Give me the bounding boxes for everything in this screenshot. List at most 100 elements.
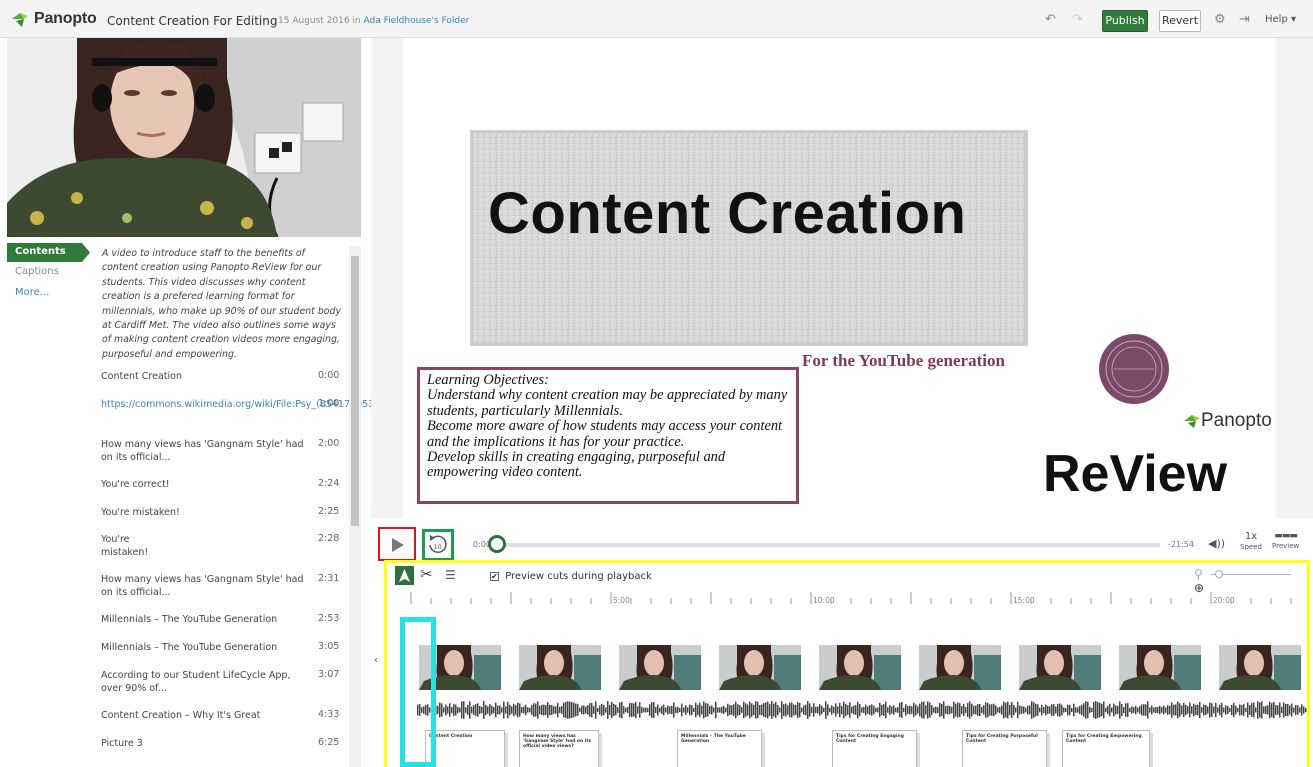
timeline[interactable]: 5:00 10:00 15:00 20:00 Content Creation How …	[407, 588, 1310, 767]
slide-view[interactable]: Content Creation For the YouTube generat…	[403, 38, 1275, 518]
toc-item-time[interactable]: 2:28	[318, 533, 346, 544]
waveform-bar	[1129, 707, 1131, 713]
waveform-bar	[561, 706, 563, 714]
redo-icon[interactable]: ↷	[1072, 12, 1083, 27]
audio-waveform[interactable]	[417, 699, 1310, 721]
waveform-bar	[1153, 707, 1155, 713]
toc-item-title[interactable]: According to our Student LifeCycle App, …	[101, 669, 311, 695]
waveform-bar	[1057, 703, 1059, 717]
waveform-bar	[761, 704, 763, 716]
video-thumbnail[interactable]	[719, 645, 801, 690]
waveform-bar	[459, 707, 461, 713]
toc-item-time[interactable]: 2:24	[318, 478, 346, 489]
video-thumbnail[interactable]	[819, 645, 901, 690]
list-icon[interactable]: ☰	[445, 568, 456, 582]
speed-control[interactable]: 1x Speed	[1240, 531, 1262, 551]
slide-thumbnail[interactable]: Millennials – The YouTube Generation	[677, 730, 762, 767]
toc-item-time[interactable]: 2:53	[318, 613, 346, 624]
toc-item-time[interactable]: 3:05	[318, 641, 346, 652]
revert-button[interactable]: Revert	[1159, 10, 1201, 32]
sidebar-scrollbar-thumb[interactable]	[351, 256, 359, 526]
tab-more[interactable]: More...	[15, 287, 49, 298]
toc-item-time[interactable]: 1:00	[318, 398, 346, 409]
waveform-bar	[585, 706, 587, 714]
seek-bar[interactable]	[492, 543, 1160, 547]
toc-item-time[interactable]: 0:00	[318, 370, 346, 381]
toc-item-title[interactable]: Content Creation	[101, 370, 311, 383]
waveform-bar	[603, 704, 605, 716]
preview-button[interactable]: ▬▬▬ Preview	[1272, 531, 1299, 550]
folder-link[interactable]: Ada Fieldhouse's Folder	[364, 16, 470, 26]
exit-icon[interactable]: ⇥	[1239, 12, 1250, 27]
video-thumbnail[interactable]	[619, 645, 701, 690]
checkbox-icon[interactable]: ✔	[490, 571, 499, 581]
toc-item-time[interactable]: 3:07	[318, 669, 346, 680]
toc-item-title[interactable]: Picture 3	[101, 737, 311, 750]
publish-button[interactable]: Publish	[1102, 10, 1148, 32]
toc-item-time[interactable]: 2:00	[318, 438, 346, 449]
video-thumbnail[interactable]	[1219, 645, 1301, 690]
webcam-video[interactable]	[7, 38, 361, 237]
slide-thumbnail[interactable]: How many views has 'Gangnam Style' had o…	[519, 730, 599, 767]
preview-cuts-checkbox[interactable]: ✔ Preview cuts during playback	[490, 571, 652, 582]
waveform-bar	[751, 703, 753, 717]
waveform-bar	[1227, 706, 1229, 714]
objectives-heading: Learning Objectives:	[427, 372, 549, 388]
slide-thumbnail[interactable]: Tips for Creating Engaging Content	[832, 730, 917, 767]
slide-thumbnail[interactable]: Tips for Creating Empowering Content	[1062, 730, 1150, 767]
tab-contents[interactable]: Contents	[7, 243, 90, 262]
toc-item-time[interactable]: 4:33	[318, 709, 346, 720]
zoom-out-icon[interactable]: ⚲	[1194, 567, 1203, 581]
toc-item-title[interactable]: Content Creation – Why It's Great	[101, 709, 311, 722]
toc-item-time[interactable]: 2:31	[318, 573, 346, 584]
undo-icon[interactable]: ↶	[1045, 12, 1056, 27]
toc-item-title[interactable]: You're mistaken!	[101, 506, 311, 519]
volume-icon[interactable]: ◀))	[1208, 537, 1225, 550]
waveform-bar	[675, 707, 677, 713]
edit-timeline-panel: ✂ ☰ ✔ Preview cuts during playback ⚲ ⊕ 5…	[384, 560, 1310, 767]
video-thumbnail[interactable]	[519, 645, 601, 690]
video-thumbnail[interactable]	[1019, 645, 1101, 690]
waveform-bar	[531, 705, 533, 715]
toc-item-title[interactable]: How many views has 'Gangnam Style' had o…	[101, 573, 311, 599]
waveform-bar	[853, 705, 855, 715]
seek-handle[interactable]	[488, 535, 506, 553]
toc-item-time[interactable]: 2:25	[318, 506, 346, 517]
playhead-marker[interactable]	[400, 617, 436, 767]
video-thumbnail[interactable]	[1119, 645, 1201, 690]
waveform-bar	[837, 706, 839, 714]
gear-icon[interactable]: ⚙	[1214, 12, 1226, 27]
rewind-10-button[interactable]: 10	[422, 529, 454, 561]
select-tool-button[interactable]	[395, 566, 414, 585]
toc-item-title[interactable]: Millennials – The YouTube Generation	[101, 613, 311, 626]
waveform-bar	[1171, 702, 1173, 718]
zoom-slider-handle[interactable]	[1214, 570, 1223, 578]
review-logo-text: ReView	[1043, 445, 1228, 501]
slide-thumbnail[interactable]: Tips for Creating Purposeful Content	[962, 730, 1047, 767]
waveform-bar	[555, 706, 557, 714]
tab-captions[interactable]: Captions	[15, 266, 59, 277]
play-button[interactable]	[378, 527, 416, 561]
help-menu[interactable]: Help ▾	[1265, 14, 1296, 25]
toc-item-title[interactable]: You're correct!	[101, 478, 311, 491]
toc-item-title[interactable]: How many views has 'Gangnam Style' had o…	[101, 438, 311, 464]
waveform-bar	[469, 701, 471, 719]
slide-thumbnail[interactable]: Content Creation	[425, 730, 505, 767]
toc-item-title[interactable]: Millennials – The YouTube Generation	[101, 641, 311, 654]
waveform-bar	[1041, 704, 1043, 716]
waveform-bar	[583, 705, 585, 715]
waveform-bar	[993, 703, 995, 717]
zoom-slider[interactable]	[1210, 570, 1291, 578]
video-thumbnail[interactable]	[919, 645, 1001, 690]
waveform-bar	[759, 705, 761, 715]
waveform-bar	[1079, 705, 1081, 715]
toc-item-title[interactable]: You're mistaken!	[101, 533, 311, 559]
waveform-bar	[987, 702, 989, 718]
waveform-bar	[499, 705, 501, 715]
collapse-arrow-icon[interactable]: ‹	[374, 655, 378, 666]
waveform-bar	[645, 707, 647, 713]
toc-item-title[interactable]: https://commons.wikimedia.org/wiki/File:…	[101, 398, 389, 411]
toc-item-time[interactable]: 6:25	[318, 737, 346, 748]
scissors-icon[interactable]: ✂	[420, 565, 433, 583]
waveform-bar	[1123, 706, 1125, 714]
